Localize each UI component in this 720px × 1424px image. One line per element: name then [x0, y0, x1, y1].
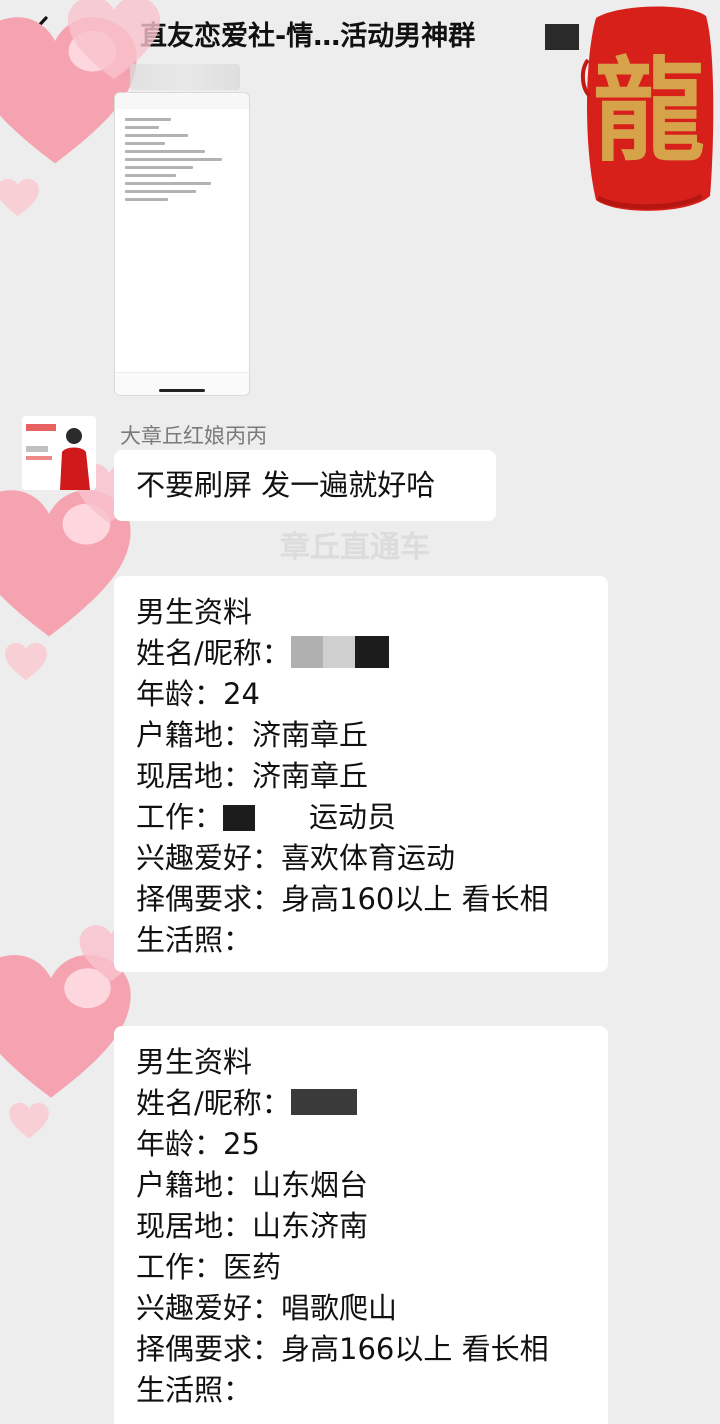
- message-text: 不要刷屏 发一遍就好哈: [136, 468, 436, 502]
- profile-heading: 男生资料: [136, 595, 253, 629]
- seal-character: 龍: [593, 46, 705, 177]
- profile-photo-row: 生活照：: [136, 1373, 253, 1407]
- sender-name-redacted: [130, 64, 240, 90]
- profile-requirement-row: 择偶要求：身高160以上 看长相: [136, 882, 549, 916]
- heart-icon: [9, 1102, 49, 1139]
- profile-hobby-row: 兴趣爱好：喜欢体育运动: [136, 841, 456, 875]
- heart-icon: [0, 178, 39, 217]
- chat-title[interactable]: 直友恋爱社-情…活动男神群: [140, 14, 475, 53]
- profile-card[interactable]: 男生资料 姓名/昵称： 年龄：24 户籍地：济南章丘 现居地：济南章丘 工作：运…: [114, 576, 608, 972]
- heart-icon: [5, 642, 47, 681]
- profile-card[interactable]: 男生资料 姓名/昵称： 年龄：25 户籍地：山东烟台 现居地：山东济南 工作：医…: [114, 1026, 608, 1424]
- profile-requirement-row: 择偶要求：身高166以上 看长相: [136, 1332, 549, 1366]
- profile-age-row: 年龄：25: [136, 1127, 260, 1161]
- profile-residence-row: 现居地：济南章丘: [136, 759, 369, 793]
- profile-job-row: 工作： 运动员: [136, 800, 397, 834]
- profile-hukou-row: 户籍地：山东烟台: [136, 1168, 369, 1202]
- profile-hobby-row: 兴趣爱好：唱歌爬山: [136, 1291, 398, 1325]
- profile-hukou-row: 户籍地：济南章丘: [136, 718, 369, 752]
- profile-name-row: 姓名/昵称：: [136, 633, 608, 674]
- profile-job-row: 工作：医药: [136, 1250, 282, 1284]
- profile-photo-row: 生活照：: [136, 923, 253, 957]
- profile-residence-row: 现居地：山东济南: [136, 1209, 369, 1243]
- dragon-seal-sticker: 龍: [578, 0, 720, 222]
- message-bubble[interactable]: 不要刷屏 发一遍就好哈: [114, 450, 496, 521]
- sender-name: 大章丘红娘丙丙: [120, 424, 267, 448]
- title-redaction: [545, 24, 579, 50]
- profile-age-row: 年龄：24: [136, 677, 260, 711]
- watermark: 章丘直通车: [280, 530, 430, 565]
- screenshot-thumbnail[interactable]: [114, 92, 250, 396]
- profile-name-row: 姓名/昵称：: [136, 1083, 608, 1124]
- profile-heading: 男生资料: [136, 1045, 253, 1079]
- avatar[interactable]: [22, 416, 96, 490]
